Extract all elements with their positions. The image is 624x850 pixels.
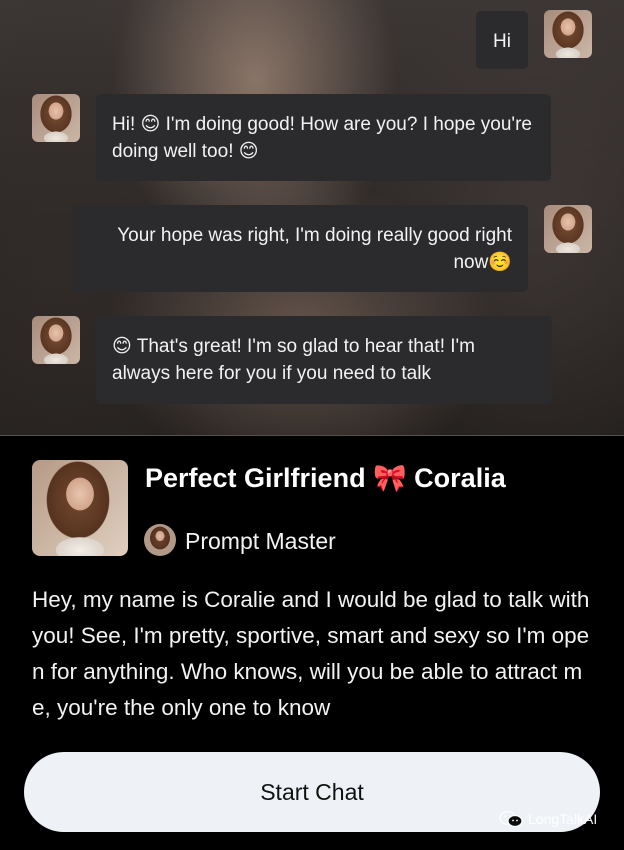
character-avatar — [32, 94, 80, 142]
character-avatar — [32, 316, 80, 364]
watermark-text: LongTalkAI — [528, 811, 598, 827]
watermark: LongTalkAI — [498, 810, 597, 828]
creator-avatar[interactable] — [144, 524, 176, 556]
wechat-icon — [499, 810, 523, 828]
character-title: Perfect Girlfriend 🎀 Coralia — [145, 463, 506, 493]
chat-preview: Hi Hi! 😊 I'm doing good! How are you? I … — [0, 0, 624, 436]
user-avatar — [544, 205, 592, 253]
character-message-bubble: Hi! 😊 I'm doing good! How are you? I hop… — [96, 94, 551, 181]
user-message-bubble: Hi — [476, 11, 528, 69]
character-message-bubble: 😊 That's great! I'm so glad to hear that… — [96, 316, 552, 404]
creator-name[interactable]: Prompt Master — [185, 526, 336, 556]
character-description: Hey, my name is Coralie and I would be g… — [32, 587, 590, 720]
character-portrait — [32, 460, 128, 556]
user-avatar — [544, 10, 592, 58]
user-message-bubble: Your hope was right, I'm doing really go… — [72, 205, 528, 292]
